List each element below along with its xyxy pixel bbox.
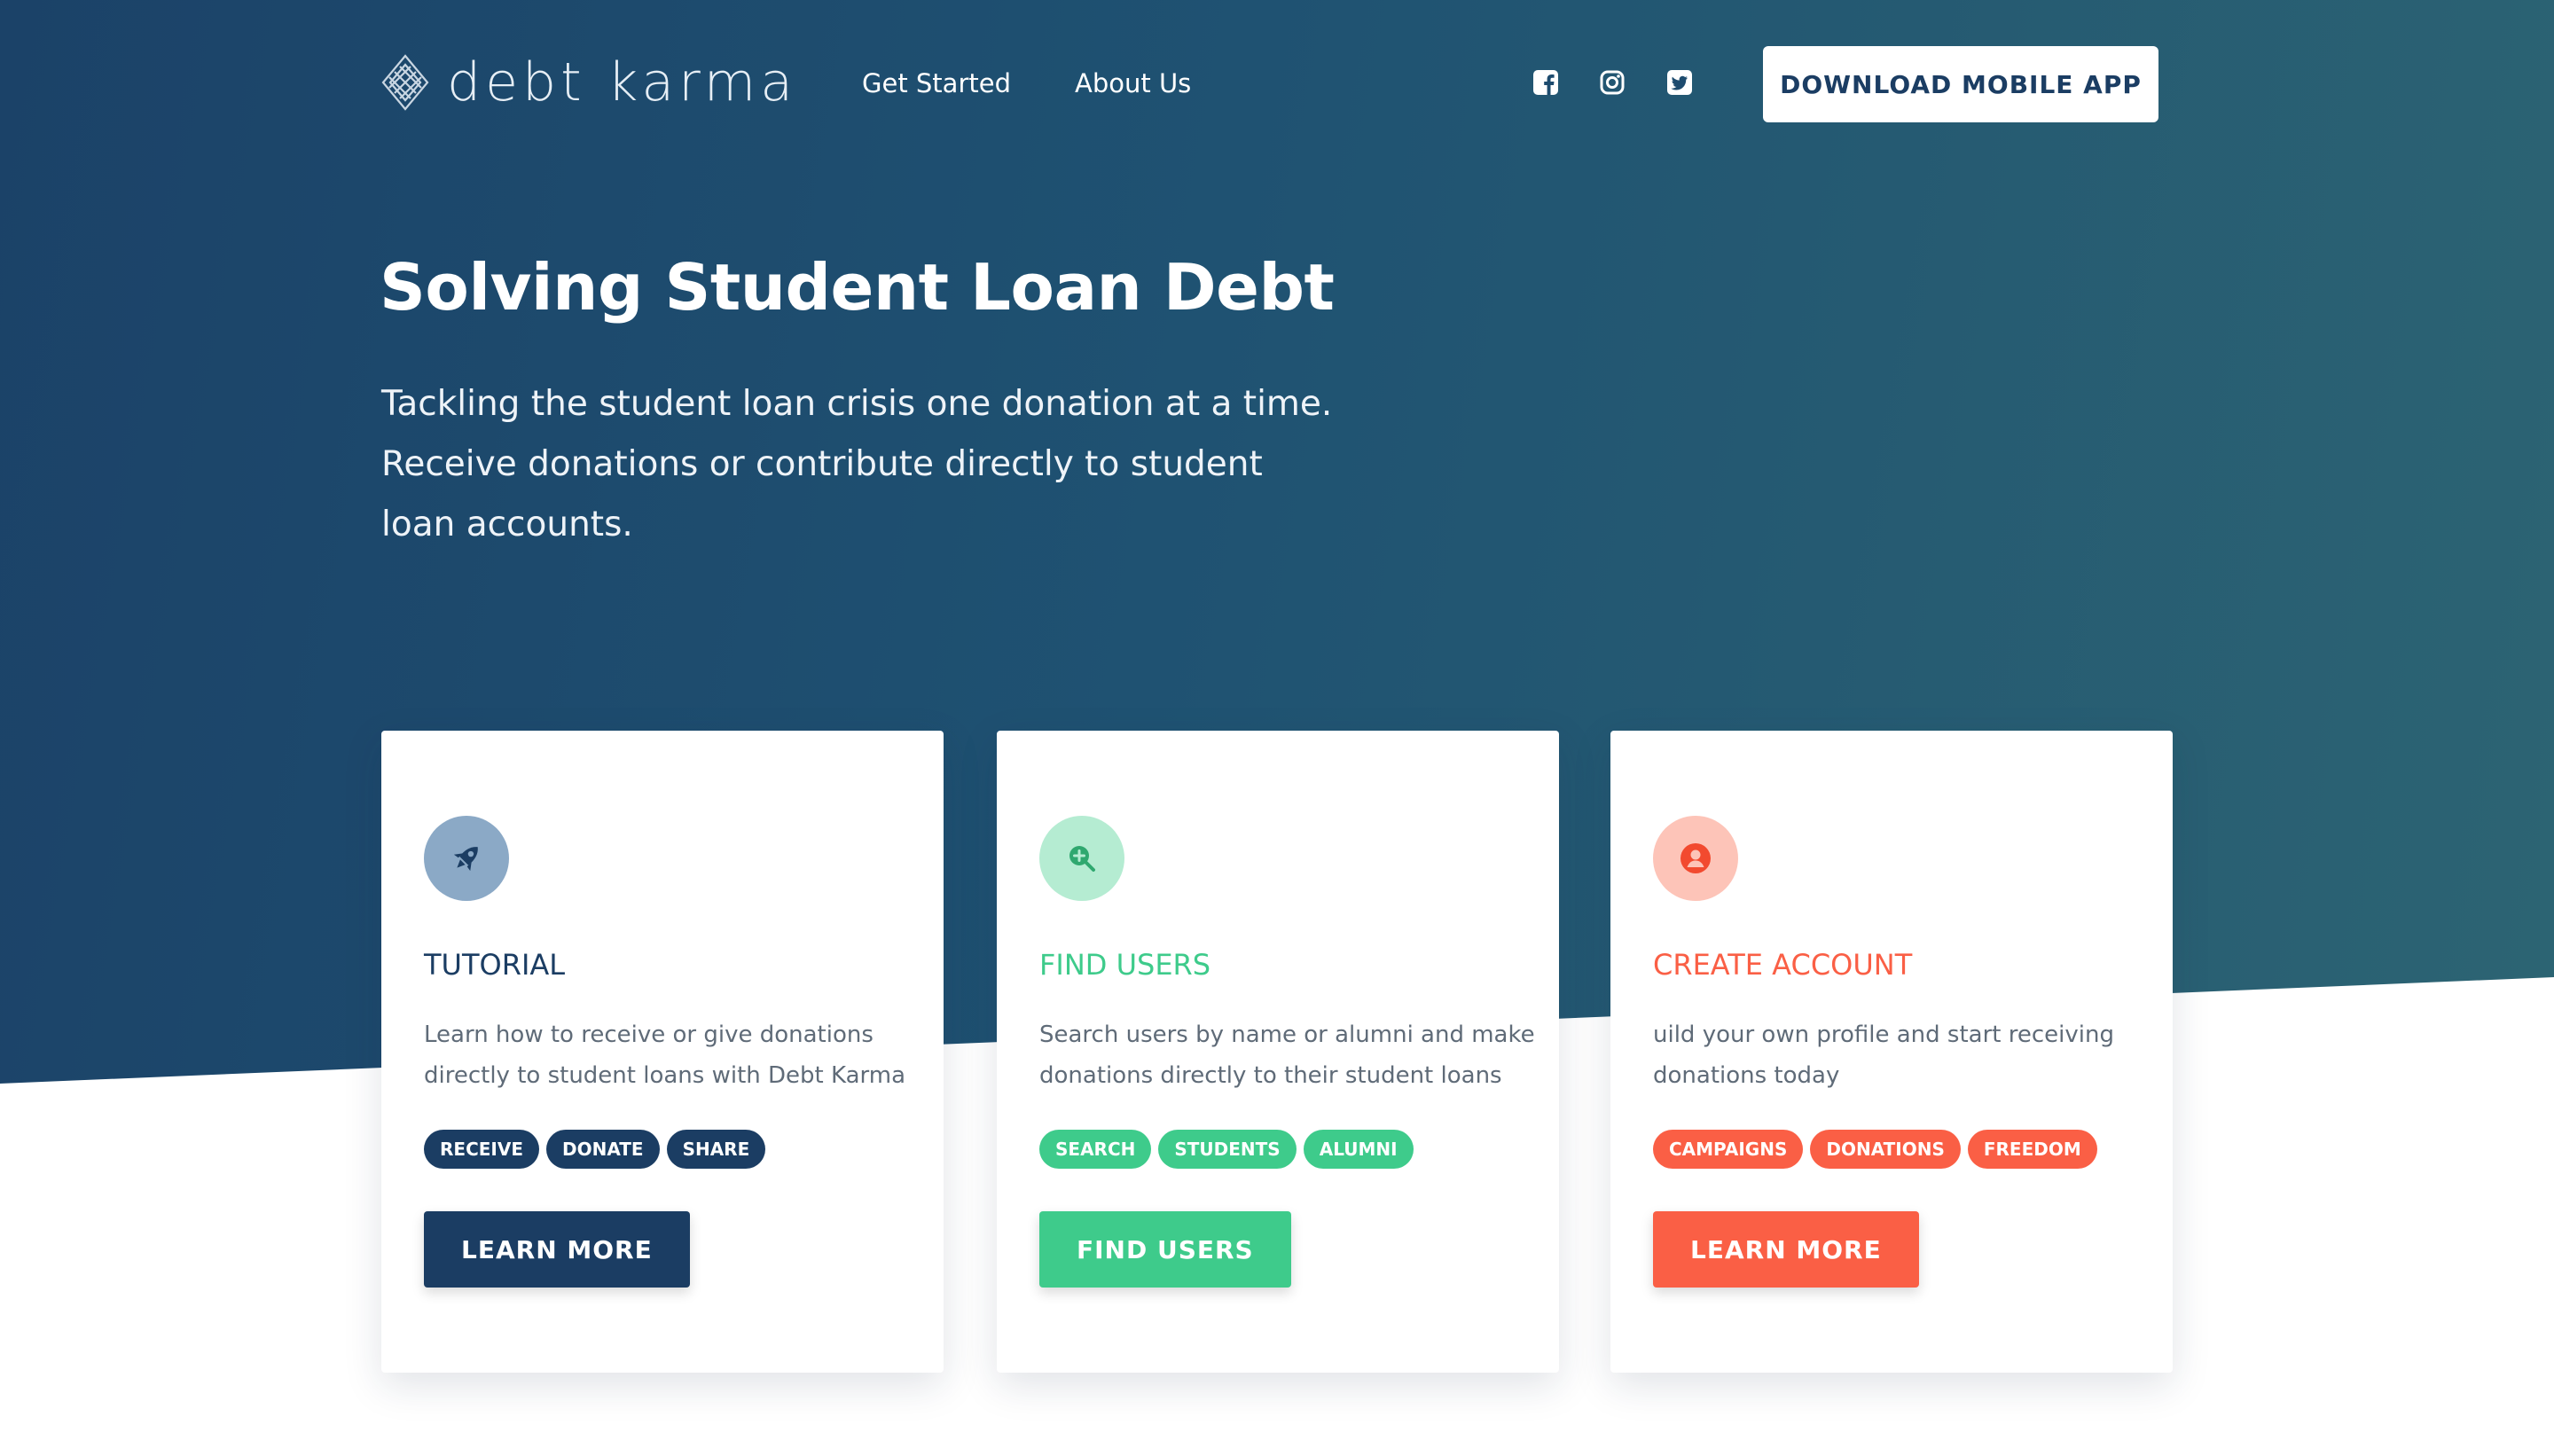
card-title: FIND USERS: [1039, 948, 1211, 982]
tag-search[interactable]: SEARCH: [1039, 1130, 1152, 1169]
card-description: Search users by name or alumni and make …: [1039, 1014, 1536, 1096]
find-users-card: FIND USERS Search users by name or alumn…: [997, 731, 1559, 1373]
card-description: Learn how to receive or give donations d…: [424, 1014, 921, 1096]
tag-list: CAMPAIGNS DONATIONS FREEDOM: [1653, 1130, 2104, 1169]
card-description-line: donations directly to their student loan…: [1039, 1062, 1502, 1089]
nav-get-started[interactable]: Get Started: [862, 67, 1011, 99]
find-users-button[interactable]: FIND USERS: [1039, 1211, 1291, 1288]
tag-alumni[interactable]: ALUMNI: [1303, 1130, 1414, 1169]
logo-text: debt karma: [447, 51, 797, 114]
card-title: CREATE ACCOUNT: [1653, 948, 1913, 982]
tutorial-learn-more-button[interactable]: LEARN MORE: [424, 1211, 690, 1288]
hero-subtitle-line: loan accounts.: [381, 505, 633, 544]
rocket-icon: [424, 816, 509, 901]
card-description-line: donations today: [1653, 1062, 1840, 1089]
download-mobile-app-button[interactable]: DOWNLOAD MOBILE APP: [1763, 46, 2158, 122]
instagram-icon[interactable]: [1599, 69, 1626, 96]
tag-students[interactable]: STUDENTS: [1158, 1130, 1297, 1169]
create-account-learn-more-button[interactable]: LEARN MORE: [1653, 1211, 1919, 1288]
tag-receive[interactable]: RECEIVE: [424, 1130, 539, 1169]
tag-donations[interactable]: DONATIONS: [1810, 1130, 1961, 1169]
hero-subtitle: Tackling the student loan crisis one don…: [381, 374, 1333, 555]
nav-about-us[interactable]: About Us: [1075, 67, 1191, 99]
card-description-line: directly to student loans with Debt Karm…: [424, 1062, 906, 1089]
facebook-icon[interactable]: [1532, 69, 1559, 96]
card-description-line: uild your own profile and start receivin…: [1653, 1022, 2114, 1048]
hero-subtitle-line: Tackling the student loan crisis one don…: [381, 384, 1333, 424]
card-description: uild your own profile and start receivin…: [1653, 1014, 2150, 1096]
tag-share[interactable]: SHARE: [666, 1130, 766, 1169]
logo[interactable]: debt karma: [380, 51, 797, 114]
tutorial-card: TUTORIAL Learn how to receive or give do…: [381, 731, 944, 1373]
card-title: TUTORIAL: [424, 948, 566, 982]
create-account-card: CREATE ACCOUNT uild your own profile and…: [1610, 731, 2173, 1373]
card-description-line: Search users by name or alumni and make: [1039, 1022, 1535, 1048]
endless-knot-icon: [381, 54, 429, 111]
twitter-icon[interactable]: [1666, 69, 1693, 96]
tag-list: RECEIVE DONATE SHARE: [424, 1130, 772, 1169]
hero-title: Solving Student Loan Debt: [380, 250, 1335, 325]
tag-donate[interactable]: DONATE: [545, 1130, 660, 1169]
hero-subtitle-line: Receive donations or contribute directly…: [381, 444, 1263, 484]
card-description-line: Learn how to receive or give donations: [424, 1022, 874, 1048]
search-plus-icon: [1039, 816, 1124, 901]
tag-freedom[interactable]: FREEDOM: [1967, 1130, 2097, 1169]
user-circle-icon: [1653, 816, 1738, 901]
tag-campaigns[interactable]: CAMPAIGNS: [1653, 1130, 1804, 1169]
tag-list: SEARCH STUDENTS ALUMNI: [1039, 1130, 1421, 1169]
